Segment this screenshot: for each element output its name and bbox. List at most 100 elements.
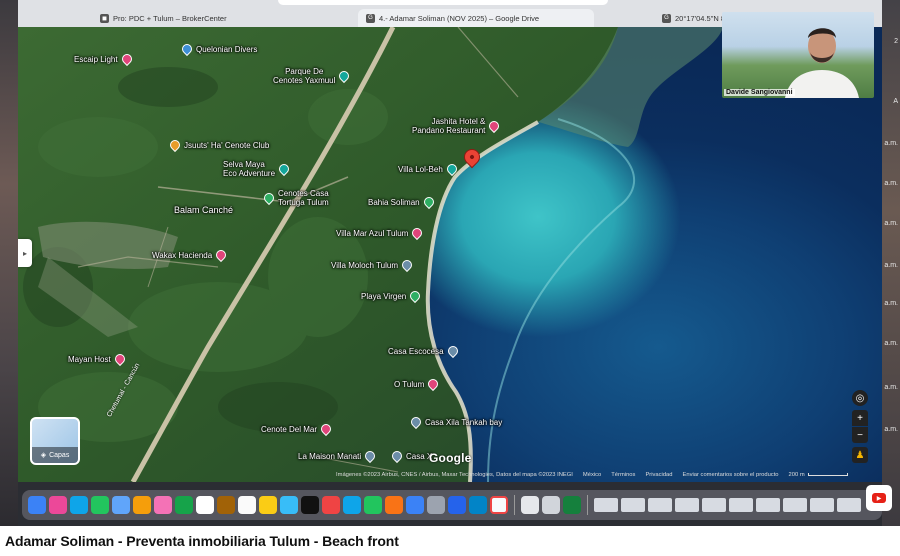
zoom-in-button[interactable]: + — [852, 410, 868, 426]
layers-label: Capas — [49, 451, 70, 459]
minimized-window[interactable] — [675, 498, 699, 512]
desktop-text: a.m. — [884, 220, 898, 227]
place-marker-cenote-del-mar[interactable]: Cenote Del Mar — [261, 421, 334, 437]
pages-icon[interactable] — [385, 496, 403, 514]
video-title: Adamar Soliman - Preventa inmobiliaria T… — [5, 533, 399, 549]
hotel-icon — [487, 118, 502, 134]
place-marker-parque-cenotes-yaxmuul[interactable]: Parque De Cenotes Yaxmuul — [273, 67, 352, 85]
my-location-icon[interactable]: ◎ — [852, 390, 868, 406]
scale-bar: 200 m — [789, 472, 848, 478]
webcam-overlay: Davide Sangiovanni — [722, 12, 874, 98]
place-marker-villa-moloch[interactable]: Villa Moloch Tulum — [331, 257, 415, 273]
map-attribution: Imágenes ©2023 Airbus, CNES / Airbus, Ma… — [336, 470, 848, 480]
calendar-icon[interactable] — [196, 496, 214, 514]
launchpad-icon[interactable] — [49, 496, 67, 514]
minimized-window[interactable] — [621, 498, 645, 512]
place-marker-villa-mar-azul[interactable]: Villa Mar Azul Tulum — [336, 225, 425, 241]
photos-icon[interactable] — [154, 496, 172, 514]
cenote-icon — [167, 137, 183, 153]
place-marker-wakax-hacienda[interactable]: Wakax Hacienda — [152, 247, 229, 263]
place-marker-casa-x[interactable]: Casa X — [389, 448, 432, 464]
villa-icon — [399, 257, 415, 273]
tv-icon[interactable] — [301, 496, 319, 514]
reminders-icon[interactable] — [238, 496, 256, 514]
desktop-text: a.m. — [884, 140, 898, 147]
place-marker-quelonian-divers[interactable]: Quelonian Divers — [179, 41, 257, 57]
hotel-icon — [318, 421, 334, 437]
address-bar[interactable] — [278, 0, 608, 5]
footer-link[interactable]: Enviar comentarios sobre el producto — [683, 472, 779, 478]
participant-name: Davide Sangiovanni — [724, 89, 795, 96]
street-view-pegman-icon[interactable]: ♟ — [852, 447, 868, 463]
place-marker-o-tulum[interactable]: O Tulum — [394, 376, 441, 392]
footer-link[interactable]: Privacidad — [645, 472, 672, 478]
minimized-window[interactable] — [729, 498, 753, 512]
place-marker-bahia-soliman[interactable]: Bahia Soliman — [368, 194, 436, 210]
preview-icon[interactable] — [542, 496, 560, 514]
youtube-logo-icon[interactable]: ▶ — [866, 485, 892, 511]
dock-divider — [514, 495, 515, 515]
maps-app-icon[interactable] — [133, 496, 151, 514]
desktop-wallpaper-right: 2 A a.m. a.m. a.m. a.m. a.m. a.m. a.m. a… — [882, 0, 900, 526]
layers-button[interactable]: ◈ Capas — [30, 417, 80, 465]
desktop-text: 2 — [894, 38, 898, 45]
keynote-icon[interactable] — [343, 496, 361, 514]
footer-link[interactable]: México — [583, 472, 601, 478]
app-store-icon[interactable] — [406, 496, 424, 514]
villa-icon — [444, 161, 459, 177]
minimized-window[interactable] — [594, 498, 618, 512]
app-icon[interactable] — [469, 496, 487, 514]
minimized-window[interactable] — [783, 498, 807, 512]
collapse-panel-button[interactable]: ▸ — [18, 239, 32, 267]
chrome-icon[interactable] — [490, 496, 508, 514]
finder-icon[interactable] — [28, 496, 46, 514]
beach-icon — [421, 194, 436, 210]
calculator-icon[interactable] — [521, 496, 539, 514]
facetime-icon[interactable] — [175, 496, 193, 514]
macos-dock — [22, 490, 882, 520]
minimized-window[interactable] — [702, 498, 726, 512]
settings-icon[interactable] — [427, 496, 445, 514]
contacts-icon[interactable] — [217, 496, 235, 514]
place-marker-villa-lol-beh[interactable]: Villa Lol-Beh — [398, 161, 459, 177]
safari-icon[interactable] — [70, 496, 88, 514]
place-marker-mayan-host[interactable]: Mayan Host — [68, 351, 127, 367]
minimized-window[interactable] — [810, 498, 834, 512]
numbers-icon[interactable] — [364, 496, 382, 514]
zoom-icon[interactable] — [448, 496, 466, 514]
villa-icon — [408, 414, 424, 430]
place-marker-jsuuts-ha-cenote[interactable]: Jsuuts' Ha' Cenote Club — [167, 137, 269, 153]
browser-tab[interactable]: G 4.- Adamar Soliman (NOV 2025) – Google… — [358, 9, 594, 27]
mail-icon[interactable] — [112, 496, 130, 514]
hotel-icon — [214, 247, 229, 263]
desktop-text: a.m. — [884, 262, 898, 269]
freeform-icon[interactable] — [280, 496, 298, 514]
maps-icon: G — [662, 13, 671, 23]
notes-icon[interactable] — [259, 496, 277, 514]
minimized-window[interactable] — [648, 498, 672, 512]
hotel-icon — [119, 51, 134, 67]
zoom-out-button[interactable]: − — [852, 427, 868, 443]
villa-icon — [363, 448, 378, 464]
place-marker-casa-xila-tankah[interactable]: Casa Xila Tankah bay — [408, 414, 502, 430]
excel-icon[interactable] — [563, 496, 581, 514]
desktop-text: A — [893, 98, 898, 105]
place-marker-cenotes-casa-tortuga[interactable]: Cenotes Casa Tortuga Tulum — [261, 189, 329, 207]
place-marker-la-maison-manati[interactable]: La Maison Manati — [298, 448, 378, 464]
browser-tab[interactable]: ◼ Pro: PDC + Tulum – BrokerCenter — [92, 9, 235, 27]
minimized-window[interactable] — [837, 498, 861, 512]
desktop-text: a.m. — [884, 384, 898, 391]
hotel-icon — [426, 376, 441, 392]
footer-link[interactable]: Términos — [611, 472, 635, 478]
park-icon — [276, 161, 292, 177]
villa-icon — [445, 343, 460, 359]
place-marker-escaip-light[interactable]: Escaip Light — [74, 51, 134, 67]
drive-icon: G — [366, 13, 375, 23]
messages-icon[interactable] — [91, 496, 109, 514]
place-marker-selva-maya[interactable]: Selva Maya Eco Adventure — [223, 160, 292, 178]
place-marker-jashita-hotel[interactable]: Jashita Hotel & Pandano Restaurant — [412, 117, 502, 135]
place-marker-playa-virgen[interactable]: Playa Virgen — [361, 288, 423, 304]
place-marker-casa-escocesa[interactable]: Casa Escocesa — [388, 343, 460, 359]
music-icon[interactable] — [322, 496, 340, 514]
minimized-window[interactable] — [756, 498, 780, 512]
